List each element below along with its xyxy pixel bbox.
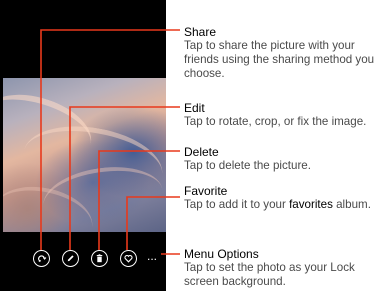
favorite-annotation: Favorite Tap to add it to your favorites… (184, 184, 384, 212)
delete-description: Tap to delete the picture. (184, 159, 311, 172)
favorite-description: Tap to add it to your favorites album. (184, 198, 384, 212)
menu-description: Tap to set the photo as your Lock screen… (184, 261, 355, 288)
edit-callout (69, 106, 180, 250)
edit-title: Edit (184, 101, 205, 115)
menu-annotation: Menu Options Tap to set the photo as you… (184, 247, 389, 289)
share-title: Share (184, 25, 217, 39)
share-callout (40, 29, 180, 250)
edit-description: Tap to rotate, crop, or fix the image. (184, 115, 367, 128)
edit-annotation: Edit Tap to rotate, crop, or fix the ima… (184, 101, 391, 129)
share-annotation: Share Tap to share the picture with your… (184, 25, 389, 81)
delete-title: Delete (184, 145, 219, 159)
delete-callout (98, 150, 180, 250)
menu-title: Menu Options (184, 247, 259, 261)
delete-annotation: Delete Tap to delete the picture. (184, 145, 384, 173)
favorite-callout (126, 196, 180, 250)
favorite-desc-text-end: album. (332, 198, 371, 211)
favorite-title: Favorite (184, 184, 228, 198)
favorite-desc-bold: favorites (289, 198, 333, 211)
share-description: Tap to share the picture with your frien… (184, 39, 375, 80)
favorite-desc-text: Tap to add it to your (184, 198, 290, 211)
